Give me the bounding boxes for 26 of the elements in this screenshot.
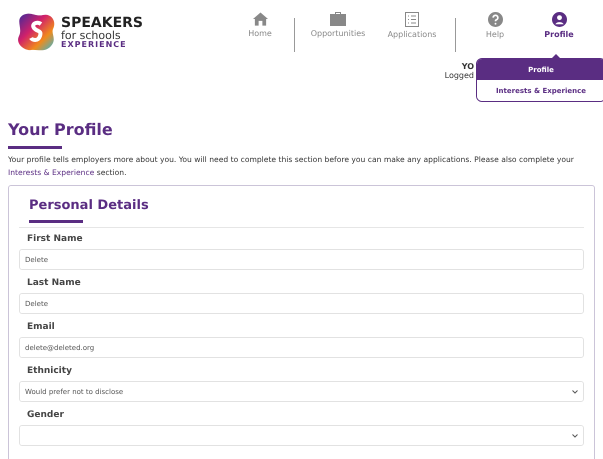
field-label: Gender: [27, 410, 65, 420]
field-label: Last Name: [27, 278, 82, 288]
card-title: Personal Details: [29, 198, 150, 213]
logo-icon: [17, 12, 57, 52]
logo-title: SPEAKERS: [61, 16, 144, 30]
chevron-icon: [572, 390, 578, 394]
nav-item[interactable]: Profile: [528, 12, 590, 39]
field-label: Email: [27, 322, 56, 332]
chevron-icon: [572, 434, 578, 438]
user-name: YO: [462, 62, 474, 71]
field-label: Ethnicity: [27, 366, 73, 376]
briefcase-icon: [330, 12, 346, 26]
nav-item[interactable]: Home: [232, 12, 288, 38]
help-icon: [488, 12, 502, 27]
user-icon: [552, 12, 566, 27]
nav-item[interactable]: Help: [462, 12, 528, 39]
list-icon: [405, 12, 419, 27]
login-status: Logged: [444, 71, 474, 80]
nav-item[interactable]: Opportunities: [301, 12, 375, 38]
home-icon: [252, 12, 268, 26]
nav-item[interactable]: Applications: [375, 12, 449, 39]
page-title: Your Profile: [8, 120, 114, 139]
field-label: First Name: [27, 234, 84, 244]
logo-tagline: EXPERIENCE: [61, 40, 128, 48]
logo-subtitle: for schools: [61, 30, 121, 40]
select-field[interactable]: [19, 425, 584, 446]
